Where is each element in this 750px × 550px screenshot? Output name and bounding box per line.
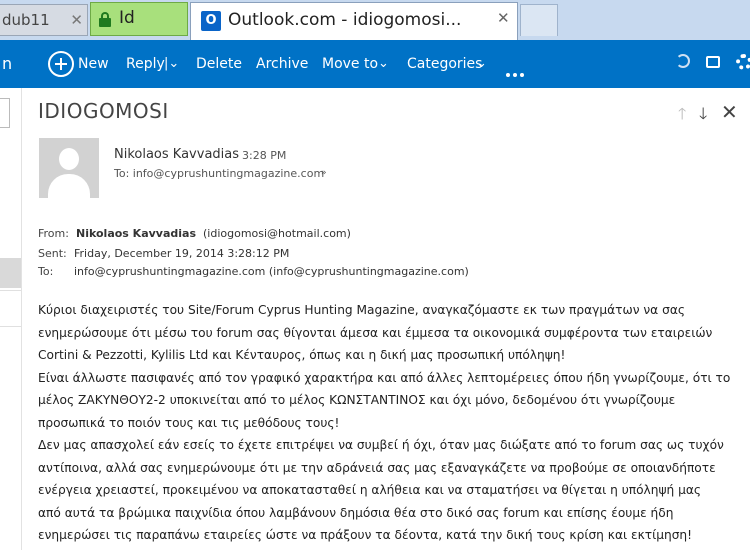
avatar — [39, 138, 99, 198]
chat-icon[interactable] — [706, 56, 720, 68]
divider — [0, 326, 21, 327]
categories-dropdown-icon[interactable]: ⌄ — [476, 40, 487, 88]
body-line: προσωπικά το ποιόν τους και τις μεθόδους… — [38, 415, 340, 430]
message-time: 3:28 PM — [242, 149, 287, 162]
browser-tab-dub11[interactable]: dub11 ✕ — [0, 4, 88, 36]
close-icon[interactable]: ✕ — [721, 100, 738, 124]
body-line: Κύριοι διαχειριστές του Site/Forum Cypru… — [38, 303, 686, 317]
previous-message-icon[interactable]: 🡑 — [678, 103, 686, 130]
close-tab-icon[interactable]: ✕ — [70, 5, 83, 35]
from-name: Nikolaos Kavvadias — [76, 227, 197, 240]
next-message-icon[interactable]: 🡓 — [699, 103, 707, 130]
move-to-button[interactable]: Move to — [322, 40, 378, 88]
reply-button[interactable]: Reply — [126, 40, 165, 88]
divider — [0, 290, 21, 291]
search-box-edge[interactable] — [0, 98, 10, 128]
body-line: ενημερώσει τις παραπάνω εταιρείες ώστε ν… — [38, 528, 693, 542]
gear-icon[interactable] — [736, 54, 750, 70]
move-to-dropdown-icon[interactable]: ⌄ — [378, 40, 389, 88]
tab-title: Outlook.com - idiogomosi... — [228, 10, 462, 30]
archive-button[interactable]: Archive — [256, 40, 308, 88]
body-line: ενημερώσουμε ότι μέσω του forum σας θίγο… — [38, 325, 713, 340]
browser-tab-secure[interactable]: Id — [90, 2, 279, 36]
from-email: (idiogomosi@hotmail.com) — [203, 227, 351, 240]
body-line: αντίποινα, αλλά σας ενημερώνουμε ότι με … — [38, 460, 716, 475]
sender-name[interactable]: Nikolaos Kavvadias — [114, 147, 239, 162]
body-line: από αυτά τα βρώμικα παιχνίδια όπου λαμβά… — [38, 505, 674, 520]
command-bar: n New Reply |⌄ Delete Archive Move to ⌄ … — [0, 40, 750, 88]
selected-message-row[interactable] — [0, 258, 21, 288]
body-line: Δεν μας απασχολεί εάν εσείς το έχετε επι… — [38, 438, 724, 452]
body-line: Είναι άλλωστε πασιφανές από τον γραφικό … — [38, 370, 731, 385]
tab-label: Id — [119, 8, 135, 28]
from-label: From: — [38, 227, 69, 240]
new-tab-button[interactable] — [520, 4, 558, 36]
more-actions-icon[interactable] — [506, 62, 527, 81]
close-tab-icon[interactable]: ✕ — [497, 9, 510, 27]
message-body: Κύριοι διαχειριστές του Site/Forum Cypru… — [38, 299, 750, 547]
message-subject: IDIOGOMOSI — [38, 99, 169, 123]
to-value: info@cyprushuntingmagazine.com (info@cyp… — [74, 265, 469, 278]
body-line: Cortini & Pezzotti, Kylilis Ltd και Κέντ… — [38, 348, 566, 362]
delete-button[interactable]: Delete — [196, 40, 242, 88]
undo-icon[interactable] — [676, 54, 690, 68]
new-plus-icon[interactable] — [48, 51, 74, 77]
browser-tab-outlook[interactable]: O Outlook.com - idiogomosi... ✕ — [190, 2, 518, 40]
expand-details-icon[interactable]: » — [321, 168, 327, 178]
to-label: To: — [38, 265, 54, 278]
recipient-line: To: info@cyprushuntingmagazine.com — [114, 167, 325, 180]
sent-label: Sent: — [38, 247, 67, 260]
body-line: ενέργεια χρειαστεί, προκειμένου να αποκα… — [38, 483, 702, 497]
new-button[interactable]: New — [78, 40, 109, 88]
sent-value: Friday, December 19, 2014 3:28:12 PM — [74, 247, 290, 260]
tab-label: dub11 — [2, 11, 50, 29]
outlook-icon: O — [201, 11, 221, 31]
browser-tab-strip: dub11 ✕ Id O Outlook.com - idiogomosi...… — [0, 0, 750, 40]
categories-button[interactable]: Categories — [407, 40, 482, 88]
message-list-pane — [0, 88, 22, 550]
reply-dropdown-icon[interactable]: |⌄ — [164, 40, 179, 88]
body-line: μέλος ΖΑΚΥΝΘΟΥ2-2 υποκινείται από το μέλ… — [38, 393, 676, 407]
app-title-fragment: n — [2, 54, 13, 73]
lock-icon — [99, 12, 111, 27]
